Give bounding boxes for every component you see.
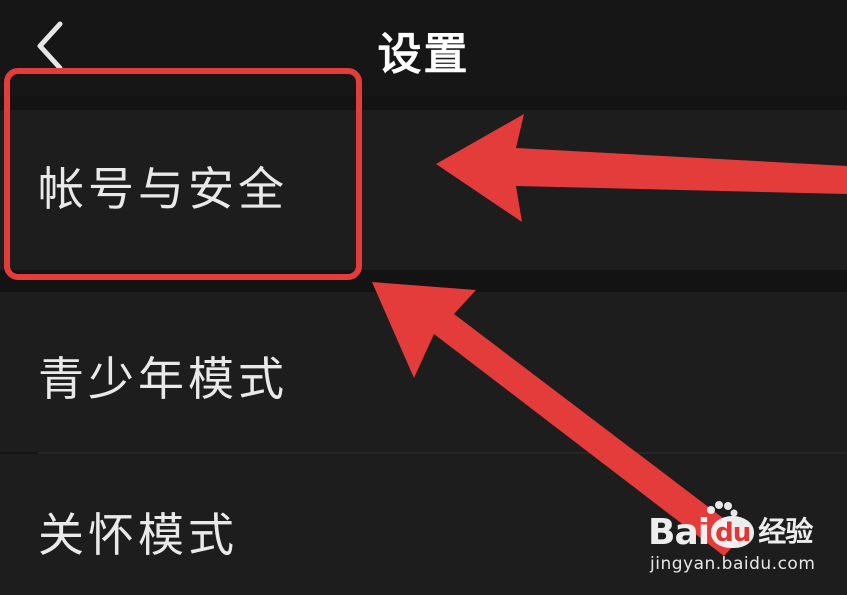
arrow-right-annotation — [436, 114, 847, 222]
watermark-jingyan: 经验 — [758, 515, 813, 548]
watermark-url: jingyan.baidu.com — [650, 554, 816, 574]
watermark-du: du — [711, 516, 755, 548]
watermark-bai: Bai — [648, 512, 710, 553]
watermark-brand: Bai du 经验 — [648, 510, 813, 553]
baidu-jingyan-watermark: Bai du 经验 jingyan.baidu.com — [648, 500, 818, 586]
